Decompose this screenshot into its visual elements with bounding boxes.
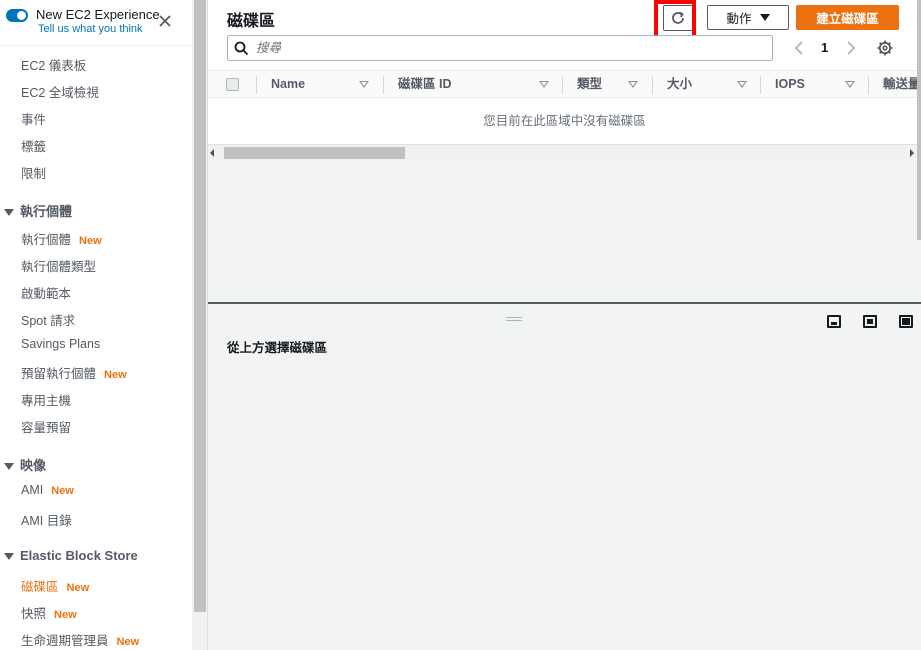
- section-title: 映像: [20, 458, 47, 473]
- page-number[interactable]: 1: [821, 40, 828, 55]
- caret-down-icon: [759, 14, 770, 21]
- item-label: AMI: [21, 483, 44, 497]
- gear-icon[interactable]: [877, 40, 893, 56]
- experience-title: New EC2 Experience: [36, 7, 160, 22]
- sidebar-item-savings-plans[interactable]: Savings Plans: [21, 337, 100, 351]
- column-divider: [868, 76, 869, 94]
- sidebar-item-snapshots[interactable]: 快照 New: [21, 603, 77, 622]
- pane-bottom-icon[interactable]: [827, 315, 841, 328]
- main-content: 磁碟區 動作 建立磁碟區 1 Name 磁碟區 ID: [208, 0, 921, 650]
- new-badge: New: [66, 582, 90, 594]
- sidebar-item-ami[interactable]: AMI New: [21, 483, 74, 497]
- search-box[interactable]: [227, 35, 773, 61]
- main-scrollbar[interactable]: [917, 0, 921, 240]
- close-icon[interactable]: [157, 13, 173, 29]
- new-badge: New: [104, 369, 127, 381]
- empty-table-message: 您目前在此區域中沒有磁碟區: [483, 114, 646, 128]
- column-header-name[interactable]: Name: [271, 71, 305, 99]
- new-experience-toggle[interactable]: [6, 9, 28, 22]
- sidebar-item-tags[interactable]: 標籤: [21, 136, 46, 155]
- pane-full-icon[interactable]: [899, 315, 913, 328]
- sidebar-section-images[interactable]: 映像: [4, 455, 46, 474]
- sidebar-item-spot-requests[interactable]: Spot 請求: [21, 310, 75, 329]
- item-label: 預留執行個體: [21, 367, 97, 381]
- column-divider: [383, 76, 384, 94]
- sort-icon[interactable]: [359, 81, 369, 88]
- sidebar-item-volumes[interactable]: 磁碟區 New: [21, 576, 89, 595]
- sidebar-item-instances[interactable]: 執行個體 New: [21, 229, 102, 248]
- column-header-size[interactable]: 大小: [667, 71, 692, 99]
- sidebar-scrollbar-thumb[interactable]: [194, 0, 206, 612]
- page-title: 磁碟區: [227, 13, 276, 30]
- item-label: 磁碟區: [21, 580, 59, 594]
- scroll-right-icon[interactable]: [910, 149, 914, 157]
- sidebar-item-limits[interactable]: 限制: [21, 163, 46, 182]
- new-badge: New: [54, 609, 77, 621]
- caret-down-icon: [4, 463, 14, 471]
- column-divider: [256, 76, 257, 94]
- scroll-left-icon[interactable]: [210, 149, 214, 157]
- table-header: Name 磁碟區 ID 類型 大小 IOPS 輸送量: [208, 70, 921, 98]
- pane-half-icon[interactable]: [863, 315, 877, 328]
- actions-label: 動作: [726, 12, 752, 26]
- sidebar-item-ec2-dashboard[interactable]: EC2 儀表板: [21, 55, 86, 74]
- resize-handle[interactable]: [506, 317, 522, 321]
- item-label: 生命週期管理員: [21, 634, 109, 648]
- sidebar-item-capacity-reservations[interactable]: 容量預留: [21, 417, 71, 436]
- column-divider: [652, 76, 653, 94]
- column-header-throughput[interactable]: 輸送量: [883, 71, 921, 99]
- new-badge: New: [116, 636, 140, 648]
- create-volume-button[interactable]: 建立磁碟區: [796, 5, 899, 30]
- feedback-link[interactable]: Tell us what you think: [38, 23, 143, 35]
- section-title: 執行個體: [20, 204, 73, 219]
- sidebar-item-launch-templates[interactable]: 啟動範本: [21, 283, 71, 302]
- sidebar-section-instances[interactable]: 執行個體: [4, 201, 72, 220]
- sidebar-item-dedicated-hosts[interactable]: 專用主機: [21, 390, 71, 409]
- experience-header: New EC2 Experience Tell us what you thin…: [0, 0, 192, 46]
- sidebar-item-reserved-instances[interactable]: 預留執行個體 New: [21, 363, 127, 382]
- column-divider: [562, 76, 563, 94]
- chevron-left-icon[interactable]: [792, 40, 806, 56]
- sort-icon[interactable]: [539, 81, 549, 88]
- column-header-iops[interactable]: IOPS: [775, 71, 805, 99]
- search-icon: [234, 41, 249, 56]
- item-label: 執行個體: [21, 233, 72, 247]
- sidebar-item-ami-catalog[interactable]: AMI 目錄: [21, 510, 72, 529]
- caret-down-icon: [4, 553, 14, 561]
- search-input[interactable]: [256, 39, 756, 57]
- column-header-type[interactable]: 類型: [577, 71, 602, 99]
- section-title: Elastic Block Store: [20, 548, 138, 563]
- new-badge: New: [51, 485, 74, 497]
- sort-icon[interactable]: [628, 81, 638, 88]
- horizontal-scrollbar-thumb[interactable]: [224, 147, 405, 159]
- horizontal-scrollbar[interactable]: [208, 144, 921, 160]
- sort-icon[interactable]: [845, 81, 855, 88]
- item-label: 快照: [21, 607, 47, 621]
- sort-icon[interactable]: [737, 81, 747, 88]
- sidebar: New EC2 Experience Tell us what you thin…: [0, 0, 192, 650]
- sidebar-item-instance-types[interactable]: 執行個體類型: [21, 256, 96, 275]
- sidebar-scrollbar[interactable]: [192, 0, 208, 650]
- details-pane: 從上方選擇磁碟區: [208, 304, 921, 650]
- details-placeholder: 從上方選擇磁碟區: [227, 341, 328, 355]
- column-divider: [760, 76, 761, 94]
- sidebar-item-ec2-global-view[interactable]: EC2 全域檢視: [21, 82, 99, 101]
- new-badge: New: [79, 235, 102, 247]
- sidebar-item-events[interactable]: 事件: [21, 109, 46, 128]
- table-area-background: [208, 160, 921, 303]
- column-header-volume-id[interactable]: 磁碟區 ID: [398, 71, 451, 99]
- caret-down-icon: [4, 209, 14, 217]
- actions-dropdown[interactable]: 動作: [707, 5, 789, 30]
- sidebar-item-lifecycle-manager[interactable]: 生命週期管理員 New: [21, 630, 139, 649]
- chevron-right-icon[interactable]: [844, 40, 858, 56]
- sidebar-section-ebs[interactable]: Elastic Block Store: [4, 548, 138, 563]
- select-all-checkbox[interactable]: [226, 78, 239, 91]
